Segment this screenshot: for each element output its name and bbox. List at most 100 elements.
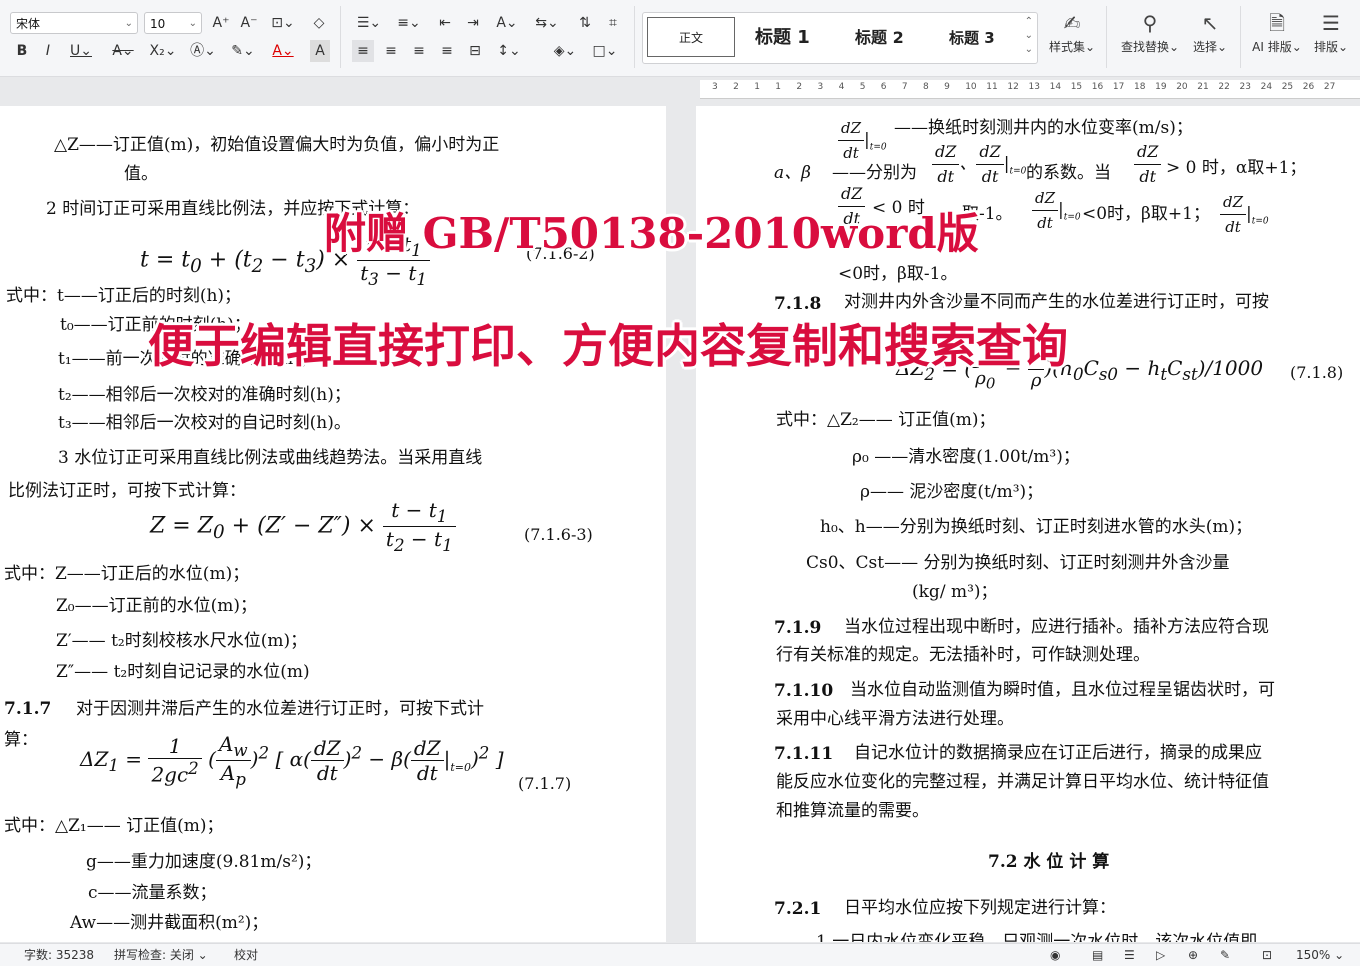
outline-view-icon[interactable]: ☰: [1124, 944, 1135, 966]
eraser-icon[interactable]: ◇: [308, 12, 330, 34]
proofread-button[interactable]: 校对: [234, 944, 258, 966]
eye-icon[interactable]: ◉: [1050, 944, 1060, 966]
pen-icon[interactable]: ✎: [1220, 944, 1230, 966]
style-heading-3[interactable]: 标题 3: [949, 23, 995, 53]
ruler-tick-label: 24: [1260, 82, 1273, 92]
ruler-tick-label: 3: [712, 82, 718, 92]
align-left-icon[interactable]: ≡: [352, 40, 374, 62]
find-replace-button[interactable]: ⚲ 查找替换⌄: [1118, 8, 1182, 55]
text-line: ——换纸时刻测井内的水位变率(m/s)；: [894, 118, 1193, 138]
highlighter-icon[interactable]: ✎⌄: [228, 40, 258, 62]
font-name-select[interactable]: 宋体 ⌄: [10, 12, 138, 34]
promo-banner-line-1: 附赠 GB/T50138-2010word版: [324, 209, 979, 258]
formula-7-1-7: ΔZ1 = 1 2gc2 (Aw Ap)2 [ α(dZ dt)2 − β(dZ dt |…: [80, 732, 504, 789]
text-line: 式中：Z——订正后的水位(m)；: [4, 564, 250, 584]
decrease-indent-icon[interactable]: ⇤: [434, 12, 456, 34]
text-direction-icon[interactable]: ⇆⌄: [532, 12, 562, 34]
chevron-down-icon: ⌄: [188, 18, 197, 29]
char-shading-icon[interactable]: A: [310, 40, 330, 62]
style-heading-1[interactable]: 标题 1: [755, 23, 810, 53]
font-size-select[interactable]: 10 ⌄: [144, 12, 202, 34]
formula-fragment: dZ dt: [1134, 140, 1162, 189]
numbered-list-icon[interactable]: ≡⌄: [394, 12, 424, 34]
ruler-tick-label: 14: [1049, 82, 1062, 92]
ruler-tick-label: 5: [859, 82, 866, 92]
text-line: Z″—— t₂时刻自记记录的水位(m): [56, 662, 310, 682]
style-set-button[interactable]: ✍ 样式集⌄: [1042, 8, 1102, 55]
play-icon[interactable]: ▷: [1156, 944, 1165, 966]
style-set-icon: ✍: [1063, 11, 1081, 35]
formula-fragment: dZ dt |t=0: [1220, 190, 1269, 239]
ruler-tick-label: 11: [986, 82, 998, 92]
text-line: 1 一日内水位变化平稳，只观测一次水位时，该次水位值即: [816, 932, 1258, 942]
distribute-icon[interactable]: ⊟: [464, 40, 486, 62]
spell-check-status[interactable]: 拼写检查: 关闭 ⌄: [114, 944, 208, 966]
text-line: 的系数。当: [1026, 163, 1111, 183]
ruler-tick-label: 6: [880, 82, 887, 92]
style-gallery: 正文 标题 1 标题 2 标题 3 ⌃ ⌄ ⌄: [642, 12, 1038, 64]
clause-number: 7.2.1: [774, 899, 822, 919]
ruler-tick-label: 12: [1007, 82, 1019, 92]
chinese-layout-icon[interactable]: A⌄: [492, 12, 522, 34]
ruler-tick-label: 16: [1091, 82, 1104, 92]
show-marks-icon[interactable]: ⌗: [602, 12, 624, 34]
strikethrough-icon[interactable]: A⌄: [108, 40, 138, 62]
text-highlight-icon[interactable]: Ⓐ⌄: [188, 40, 218, 62]
select-button[interactable]: ↖ 选择⌄: [1184, 8, 1236, 55]
ruler-tick-label: 25: [1281, 82, 1294, 92]
zoom-value: 150%: [1296, 948, 1331, 962]
layout-icon: ☰: [1322, 11, 1340, 35]
fit-page-icon[interactable]: ⊡: [1262, 944, 1272, 966]
promo-banner-line-2: 便于编辑直接打印、方便内容复制和搜索查询: [148, 319, 1068, 373]
text-line: t₂——相邻后一次校对的准确时刻(h)；: [58, 385, 351, 405]
ai-layout-icon: 🗎: [1268, 11, 1286, 35]
equation-number: (7.1.7): [518, 774, 572, 793]
bullet-list-icon[interactable]: ☰⌄: [354, 12, 384, 34]
ruler-tick-label: 15: [1070, 82, 1083, 92]
section-heading: 7.2 水 位 计 算: [988, 852, 1110, 872]
align-right-icon[interactable]: ≡: [408, 40, 430, 62]
italic-icon[interactable]: I: [38, 40, 58, 62]
shrink-font-icon[interactable]: A⁻: [238, 12, 260, 34]
line-spacing-icon[interactable]: ↕⌄: [494, 40, 524, 62]
find-replace-label: 查找替换: [1120, 40, 1169, 54]
grow-font-icon[interactable]: A⁺: [210, 12, 232, 34]
bold-icon[interactable]: B: [12, 40, 32, 62]
clause-number: 7.1.9: [774, 618, 822, 638]
gallery-scroll-icon[interactable]: ⌃ ⌄ ⌄: [1025, 15, 1033, 57]
text-line: 式中：t——订正后的时刻(h)；: [6, 286, 242, 306]
ruler-tick-label: 1: [775, 82, 782, 92]
justify-icon[interactable]: ≡: [436, 40, 458, 62]
underline-icon[interactable]: U⌄: [66, 40, 96, 62]
ruler-tick-label: 13: [1028, 82, 1040, 92]
text-line: g——重力加速度(9.81m/s²)；: [86, 852, 322, 872]
ruler-tick-label: 21: [1197, 82, 1209, 92]
sort-icon[interactable]: ⇅: [574, 12, 596, 34]
shading-icon[interactable]: ◈⌄: [550, 40, 580, 62]
border-icon[interactable]: □⌄: [590, 40, 620, 62]
web-view-icon[interactable]: ⊕: [1188, 944, 1198, 966]
text-line: 式中：△Z₁—— 订正值(m)；: [4, 816, 224, 836]
subscript-icon[interactable]: X₂⌄: [148, 40, 178, 62]
clause-number: 7.1.10: [774, 681, 834, 701]
style-heading-2[interactable]: 标题 2: [855, 23, 904, 53]
align-center-icon[interactable]: ≡: [380, 40, 402, 62]
font-color-icon[interactable]: A⌄: [268, 40, 298, 62]
horizontal-ruler[interactable]: 3 2 1 1 2 3 4 5 6 7 8 9 10 11 12 13 14 15 16 17 18 19 20 21 22 23…: [700, 80, 1360, 99]
ai-layout-button[interactable]: 🗎 AI 排版⌄: [1246, 8, 1308, 55]
text-line: Cs0、Cst—— 分别为换纸时刻、订正时刻测井外含沙量: [806, 553, 1230, 573]
text-effect-icon[interactable]: ⊡⌄: [268, 12, 298, 34]
style-normal[interactable]: 正文: [647, 17, 735, 57]
zoom-level[interactable]: 150% ⌄: [1296, 944, 1344, 966]
ruler-tick-label: 23: [1239, 82, 1251, 92]
text-line: ρ—— 泥沙密度(t/m³)；: [860, 482, 1044, 502]
layout-button[interactable]: ☰ 排版⌄: [1308, 8, 1354, 55]
text-line: Z₀——订正前的水位(m)；: [56, 596, 258, 616]
word-count[interactable]: 字数: 35238: [24, 944, 94, 966]
page-view-icon[interactable]: ▤: [1092, 944, 1103, 966]
ruler-tick-label: 22: [1218, 82, 1230, 92]
increase-indent-icon[interactable]: ⇥: [462, 12, 484, 34]
text-line: 式中：△Z₂—— 订正值(m)；: [776, 410, 996, 430]
text-line: <0时，β取+1；: [1082, 204, 1210, 224]
text-line: 和推算流量的需要。: [776, 801, 929, 821]
